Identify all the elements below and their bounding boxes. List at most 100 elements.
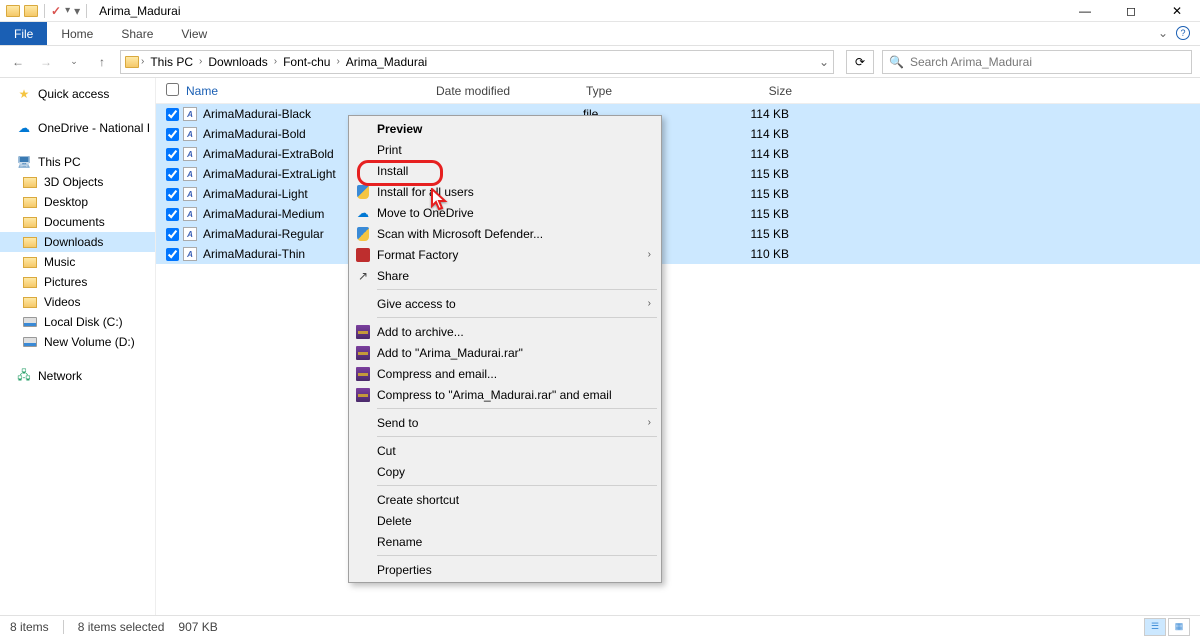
search-input[interactable]: 🔍 Search Arima_Madurai <box>882 50 1192 74</box>
menu-item[interactable]: Print <box>351 139 659 160</box>
sidebar-item[interactable]: Pictures <box>0 272 155 292</box>
menu-item[interactable]: Send to › <box>351 412 659 433</box>
sidebar-item-label: 3D Objects <box>44 175 103 189</box>
sidebar-item[interactable]: Local Disk (C:) <box>0 312 155 332</box>
file-row[interactable]: AArimaMadurai-ExtraBoldfile114 KB <box>156 144 1200 164</box>
view-icons-button[interactable]: ▦ <box>1168 618 1190 636</box>
ribbon-file-tab[interactable]: File <box>0 22 47 45</box>
crumb-sep[interactable]: › <box>336 56 339 67</box>
crumb-arima[interactable]: Arima_Madurai <box>342 55 431 69</box>
ribbon-tab-view[interactable]: View <box>167 22 221 45</box>
row-checkbox[interactable] <box>166 188 179 201</box>
sidebar-item[interactable]: Desktop <box>0 192 155 212</box>
nav-forward-button[interactable]: → <box>36 52 56 72</box>
col-type[interactable]: Type <box>586 84 716 98</box>
status-selected-count: 8 items selected <box>78 620 165 634</box>
crumb-sep[interactable]: › <box>141 56 144 67</box>
refresh-button[interactable]: ⟳ <box>846 50 874 74</box>
nav-recent-dropdown[interactable]: ⌄ <box>64 52 84 72</box>
row-checkbox[interactable] <box>166 108 179 121</box>
nav-up-button[interactable]: ↑ <box>92 52 112 72</box>
menu-item[interactable]: Delete <box>351 510 659 531</box>
qa-overflow[interactable]: ▾ <box>74 4 80 18</box>
file-row[interactable]: AArimaMadurai-Mediumfile115 KB <box>156 204 1200 224</box>
ribbon-expand-icon[interactable]: ⌄ <box>1158 26 1168 40</box>
close-button[interactable]: ✕ <box>1154 0 1200 22</box>
minimize-button[interactable]: — <box>1062 0 1108 22</box>
menu-item[interactable]: Add to archive... <box>351 321 659 342</box>
menu-item[interactable]: Compress to "Arima_Madurai.rar" and emai… <box>351 384 659 405</box>
maximize-button[interactable]: ◻ <box>1108 0 1154 22</box>
sidebar-quick-access[interactable]: ★ Quick access <box>0 84 155 104</box>
file-row[interactable]: AArimaMadurai-Boldfile114 KB <box>156 124 1200 144</box>
file-row[interactable]: AArimaMadurai-Regularfile115 KB <box>156 224 1200 244</box>
row-checkbox[interactable] <box>166 168 179 181</box>
qa-dropdown-icon[interactable]: ▾ <box>65 5 70 16</box>
menu-item-label: Send to <box>377 416 418 430</box>
sidebar-item[interactable]: Music <box>0 252 155 272</box>
sidebar-item-label: Desktop <box>44 195 88 209</box>
menu-item[interactable]: Cut <box>351 440 659 461</box>
sidebar-item-label: Documents <box>44 215 105 229</box>
menu-item[interactable]: Install <box>351 160 659 181</box>
menu-item[interactable]: Compress and email... <box>351 363 659 384</box>
sidebar-item[interactable]: 3D Objects <box>0 172 155 192</box>
crumb-fontchu[interactable]: Font-chu <box>279 55 334 69</box>
file-row[interactable]: AArimaMadurai-Thinfile110 KB <box>156 244 1200 264</box>
menu-item[interactable]: Format Factory› <box>351 244 659 265</box>
row-checkbox[interactable] <box>166 248 179 261</box>
col-size[interactable]: Size <box>716 84 792 98</box>
sidebar-item[interactable]: Videos <box>0 292 155 312</box>
font-file-icon: A <box>183 167 197 181</box>
sidebar-item[interactable]: New Volume (D:) <box>0 332 155 352</box>
crumb-downloads[interactable]: Downloads <box>204 55 271 69</box>
menu-item[interactable]: Properties <box>351 559 659 580</box>
row-checkbox[interactable] <box>166 228 179 241</box>
ribbon-tab-home[interactable]: Home <box>47 22 107 45</box>
qa-check-icon[interactable]: ✓ <box>51 4 61 18</box>
address-dropdown-icon[interactable]: ⌄ <box>819 55 829 69</box>
menu-item[interactable]: Preview <box>351 118 659 139</box>
crumb-sep[interactable]: › <box>199 56 202 67</box>
status-item-count: 8 items <box>10 620 49 634</box>
qa-folder-icon[interactable] <box>24 5 38 17</box>
sidebar-item[interactable]: Downloads <box>0 232 155 252</box>
menu-item[interactable]: Rename <box>351 531 659 552</box>
address-bar[interactable]: › This PC › Downloads › Font-chu › Arima… <box>120 50 834 74</box>
sidebar-this-pc[interactable]: 🖥 This PC <box>0 152 155 172</box>
menu-item[interactable]: ☁Move to OneDrive <box>351 202 659 223</box>
file-row[interactable]: AArimaMadurai-Blackfile114 KB <box>156 104 1200 124</box>
crumb-thispc[interactable]: This PC <box>146 55 197 69</box>
app-icon <box>6 5 20 17</box>
sidebar-item-label: Downloads <box>44 235 103 249</box>
view-details-button[interactable]: ☰ <box>1144 618 1166 636</box>
help-icon[interactable]: ? <box>1176 26 1190 40</box>
menu-item[interactable]: Install for all users <box>351 181 659 202</box>
file-size: 115 KB <box>713 167 789 181</box>
file-row[interactable]: AArimaMadurai-Lightfile115 KB <box>156 184 1200 204</box>
sidebar-network[interactable]: 🖧 Network <box>0 366 155 386</box>
menu-item-label: Compress to "Arima_Madurai.rar" and emai… <box>377 388 612 402</box>
address-folder-icon <box>125 56 139 68</box>
menu-item[interactable]: Add to "Arima_Madurai.rar" <box>351 342 659 363</box>
menu-item[interactable]: Create shortcut <box>351 489 659 510</box>
col-name[interactable]: Name <box>184 84 436 98</box>
row-checkbox[interactable] <box>166 148 179 161</box>
menu-item[interactable]: Scan with Microsoft Defender... <box>351 223 659 244</box>
sidebar-item[interactable]: Documents <box>0 212 155 232</box>
select-all-checkbox[interactable] <box>166 83 179 96</box>
col-date[interactable]: Date modified <box>436 84 586 98</box>
menu-item[interactable]: ↗Share <box>351 265 659 286</box>
row-checkbox[interactable] <box>166 128 179 141</box>
sidebar-label: This PC <box>38 155 81 169</box>
file-list: Name Date modified Type Size AArimaMadur… <box>156 78 1200 615</box>
sidebar-onedrive[interactable]: ☁ OneDrive - National I <box>0 118 155 138</box>
menu-item[interactable]: Copy <box>351 461 659 482</box>
menu-item[interactable]: Give access to› <box>351 293 659 314</box>
submenu-arrow-icon: › <box>648 417 651 428</box>
ribbon-tab-share[interactable]: Share <box>107 22 167 45</box>
file-row[interactable]: AArimaMadurai-ExtraLightfile115 KB <box>156 164 1200 184</box>
nav-back-button[interactable]: ← <box>8 52 28 72</box>
row-checkbox[interactable] <box>166 208 179 221</box>
crumb-sep[interactable]: › <box>274 56 277 67</box>
